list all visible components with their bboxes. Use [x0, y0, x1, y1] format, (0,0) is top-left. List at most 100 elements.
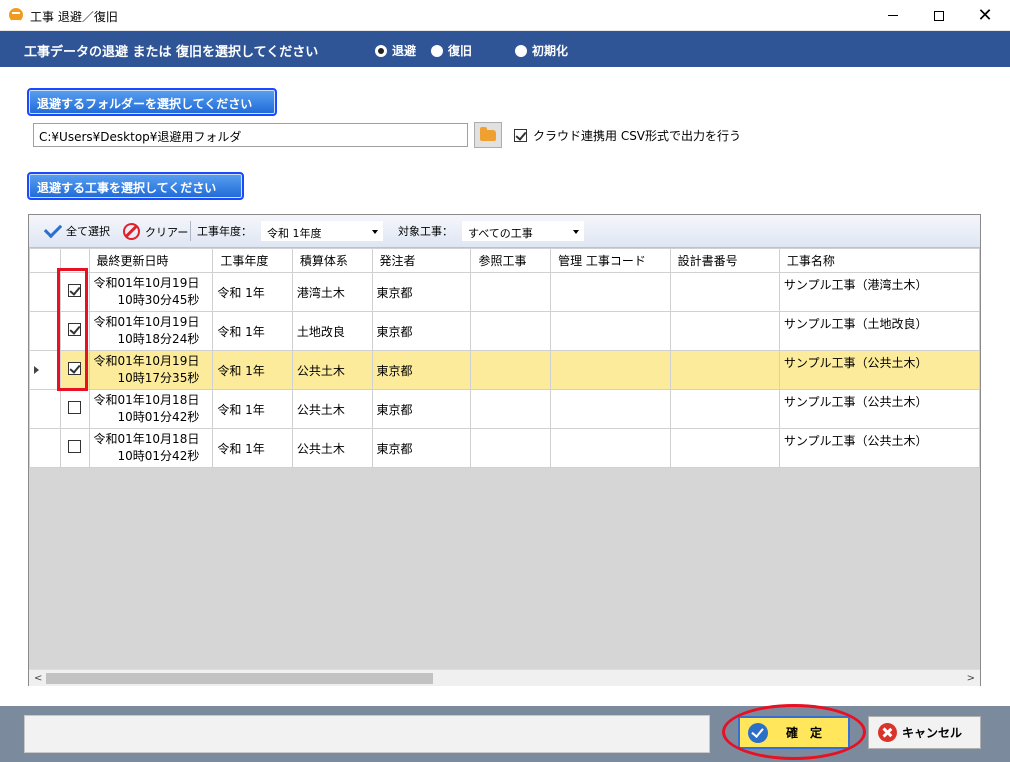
- row-checkbox[interactable]: [68, 440, 82, 453]
- updated-date: 令和01年10月19日: [93, 315, 200, 329]
- window-title: 工事 退避／復旧: [30, 10, 118, 24]
- close-icon: ✕: [977, 5, 993, 26]
- year-cell: 令和 1年: [212, 272, 293, 312]
- client-cell: 東京都: [371, 350, 472, 390]
- radio-initialize-indicator[interactable]: [515, 44, 527, 57]
- minimize-button[interactable]: [870, 0, 916, 31]
- column-header[interactable]: 設計書番号: [669, 248, 780, 273]
- updated-time: 10時17分35秒: [117, 371, 200, 385]
- system-cell: 公共土木: [291, 350, 373, 390]
- cancel-x-icon: [878, 723, 897, 742]
- app-icon: [9, 8, 23, 22]
- minimize-icon: [888, 15, 898, 16]
- updated-cell: 令和01年10月19日 10時17分35秒: [88, 350, 214, 390]
- row-checkbox[interactable]: [68, 401, 82, 414]
- radio-initialize[interactable]: 初期化: [515, 42, 568, 59]
- client-cell: 東京都: [371, 272, 472, 312]
- table-row[interactable]: 令和01年10月18日 10時01分42秒 令和 1年 公共土木 東京都 サンプル…: [29, 389, 981, 429]
- row-checkbox-cell[interactable]: [59, 389, 90, 429]
- mode-header: 工事データの退避 または 復旧を選択してください 退避 復旧 初期化: [0, 31, 1010, 67]
- column-header[interactable]: 工事年度: [212, 248, 293, 273]
- table-row-selected[interactable]: 令和01年10月19日 10時17分35秒 令和 1年 公共土木 東京都 サンプル…: [29, 350, 981, 390]
- prohibited-icon: [123, 223, 140, 240]
- name-cell: サンプル工事（土地改良）: [778, 311, 981, 351]
- updated-time: 10時01分42秒: [117, 449, 200, 463]
- design-no-cell: [669, 428, 780, 468]
- code-cell: [550, 389, 671, 429]
- name-cell: サンプル工事（公共土木）: [778, 350, 981, 390]
- table-row[interactable]: 令和01年10月19日 10時18分24秒 令和 1年 土地改良 東京都 サンプル…: [29, 311, 981, 351]
- column-header[interactable]: 参照工事: [470, 248, 552, 273]
- system-cell: 土地改良: [291, 311, 373, 351]
- project-grid: 全て選択 クリアー 工事年度： 令和 1年度 対象工事： すべての工事 最終更新…: [28, 214, 981, 686]
- folder-open-icon: [480, 126, 496, 141]
- updated-cell: 令和01年10月19日 10時30分45秒: [88, 272, 214, 312]
- row-header-corner: [29, 248, 61, 273]
- ref-cell: [470, 272, 552, 312]
- grid-toolbar: 全て選択 クリアー 工事年度： 令和 1年度 対象工事： すべての工事: [29, 215, 980, 248]
- updated-cell: 令和01年10月18日 10時01分42秒: [88, 428, 214, 468]
- clear-label: クリアー: [145, 225, 189, 239]
- updated-date: 令和01年10月19日: [93, 276, 200, 290]
- table-row[interactable]: 令和01年10月18日 10時01分42秒 令和 1年 公共土木 東京都 サンプル…: [29, 428, 981, 468]
- ref-cell: [470, 428, 552, 468]
- code-cell: [550, 311, 671, 351]
- scroll-left-icon[interactable]: <: [34, 673, 42, 684]
- maximize-icon: [934, 10, 944, 21]
- select-all-button[interactable]: 全て選択: [43, 219, 110, 239]
- row-checkbox-cell[interactable]: [59, 428, 90, 468]
- table-row[interactable]: 令和01年10月19日 10時30分45秒 令和 1年 港湾土木 東京都 サンプル…: [29, 272, 981, 312]
- column-header[interactable]: 管理 工事コード: [550, 248, 671, 273]
- name-cell: サンプル工事（公共土木）: [778, 428, 981, 468]
- updated-time: 10時01分42秒: [117, 410, 200, 424]
- year-dropdown[interactable]: 令和 1年度: [261, 221, 383, 241]
- csv-export-option[interactable]: クラウド連携用 CSV形式で出力を行う: [514, 127, 741, 144]
- target-dropdown[interactable]: すべての工事: [462, 221, 584, 241]
- radio-backup-indicator[interactable]: [375, 44, 387, 57]
- row-header[interactable]: [29, 389, 61, 429]
- maximize-button[interactable]: [916, 0, 962, 31]
- ref-cell: [470, 389, 552, 429]
- current-row-arrow-icon: [34, 366, 39, 374]
- radio-restore-indicator[interactable]: [431, 44, 443, 57]
- scroll-right-icon[interactable]: >: [967, 673, 975, 684]
- year-dropdown-value: 令和 1年度: [267, 227, 322, 240]
- updated-cell: 令和01年10月19日 10時18分24秒: [88, 311, 214, 351]
- radio-backup[interactable]: 退避: [375, 42, 416, 59]
- design-no-cell: [669, 350, 780, 390]
- row-header[interactable]: [29, 272, 61, 312]
- select-project-button[interactable]: 退避する工事を選択してください: [27, 172, 244, 200]
- scrollbar-thumb[interactable]: [46, 673, 433, 684]
- browse-folder-button[interactable]: [474, 122, 502, 148]
- folder-path-input[interactable]: C:¥Users¥Desktop¥退避用フォルダ: [33, 123, 468, 147]
- system-cell: 公共土木: [291, 428, 373, 468]
- updated-date: 令和01年10月19日: [93, 354, 200, 368]
- column-header[interactable]: 発注者: [371, 248, 472, 273]
- select-folder-button[interactable]: 退避するフォルダーを選択してください: [27, 88, 277, 116]
- confirm-highlight-annotation: [722, 704, 866, 760]
- column-header[interactable]: 工事名称: [778, 248, 981, 273]
- row-header[interactable]: [29, 311, 61, 351]
- mode-instruction: 工事データの退避 または 復旧を選択してください: [24, 45, 319, 60]
- radio-restore[interactable]: 復旧: [431, 42, 472, 59]
- toolbar-divider: [190, 221, 191, 241]
- row-header[interactable]: [29, 428, 61, 468]
- csv-export-checkbox[interactable]: [514, 129, 527, 142]
- code-cell: [550, 350, 671, 390]
- column-header[interactable]: 積算体系: [291, 248, 373, 273]
- updated-time: 10時30分45秒: [117, 293, 200, 307]
- clear-button[interactable]: クリアー: [123, 223, 188, 240]
- code-cell: [550, 272, 671, 312]
- year-cell: 令和 1年: [212, 428, 293, 468]
- target-label: 対象工事：: [398, 225, 453, 238]
- table-header-row: 最終更新日時 工事年度 積算体系 発注者 参照工事 管理 工事コード 設計書番号…: [29, 248, 981, 273]
- cancel-button[interactable]: キャンセル: [868, 716, 981, 749]
- row-header[interactable]: [29, 350, 61, 390]
- horizontal-scrollbar[interactable]: < >: [29, 669, 980, 686]
- column-header[interactable]: 最終更新日時: [88, 248, 214, 273]
- radio-backup-label: 退避: [392, 44, 417, 58]
- close-button[interactable]: ✕: [962, 0, 1008, 31]
- design-no-cell: [669, 389, 780, 429]
- target-dropdown-value: すべての工事: [468, 227, 533, 240]
- system-cell: 公共土木: [291, 389, 373, 429]
